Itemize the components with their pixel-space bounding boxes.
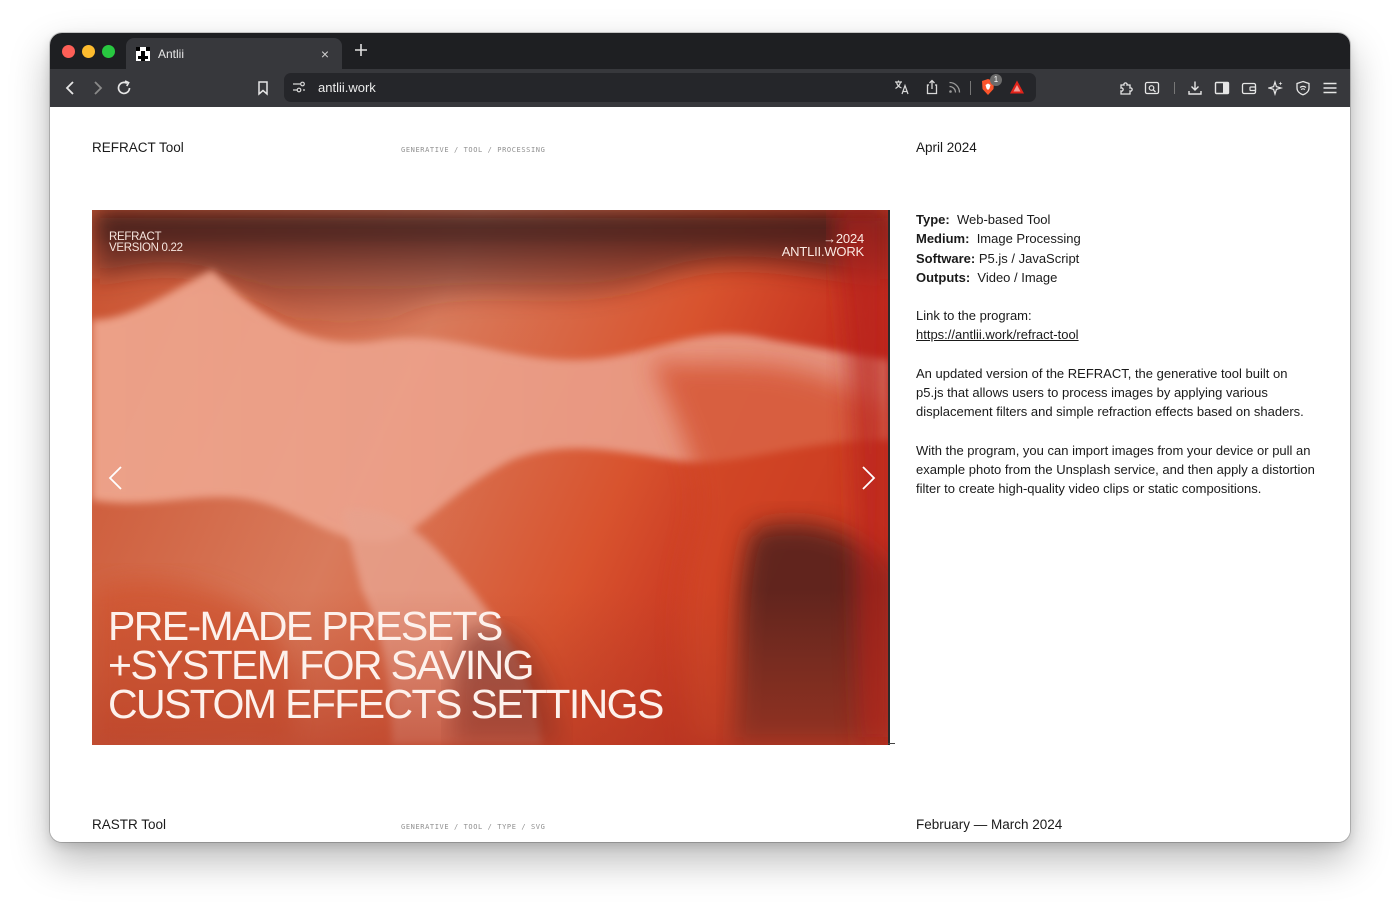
- reload-icon[interactable]: [116, 80, 132, 96]
- tab-title: Antlii: [158, 46, 185, 61]
- spec-outputs: Outputs: Video / Image: [916, 269, 1058, 285]
- reader-view-icon[interactable]: [1144, 80, 1160, 96]
- new-tab-plus-icon[interactable]: [353, 42, 369, 58]
- slider-prev-arrow-icon[interactable]: [106, 465, 126, 491]
- program-link-block: Link to the program: https://antlii.work…: [916, 306, 1316, 345]
- toolbar-divider: [1174, 82, 1175, 94]
- leo-ai-sparkle-icon[interactable]: [1268, 80, 1284, 96]
- close-window-button[interactable]: [62, 45, 75, 58]
- downloads-icon[interactable]: [1187, 80, 1203, 96]
- zoom-window-button[interactable]: [102, 45, 115, 58]
- url-text: antlii.work: [318, 80, 376, 95]
- slider-next-arrow-icon[interactable]: [858, 465, 878, 491]
- tab-close-icon[interactable]: ×: [318, 46, 332, 62]
- next-project-date: February — March 2024: [916, 817, 1063, 832]
- wallet-icon[interactable]: [1241, 80, 1257, 96]
- bookmark-icon[interactable]: [255, 80, 271, 96]
- translate-icon[interactable]: [894, 79, 910, 95]
- menu-hamburger-icon[interactable]: [1322, 80, 1338, 96]
- slider-edge-tick: [888, 743, 895, 744]
- project-description-1: An updated version of the REFRACT, the g…: [916, 365, 1304, 420]
- next-project-title: RASTR Tool: [92, 817, 167, 832]
- program-link-label: Link to the program:: [916, 308, 1032, 324]
- rss-feed-icon[interactable]: [947, 79, 963, 95]
- spec-type: Type: Web-based Tool: [916, 212, 1051, 227]
- project-info: Type: Web-based Tool Medium: Image Proce…: [916, 210, 1316, 499]
- site-settings-icon[interactable]: [292, 80, 306, 94]
- next-project-tags: GENERATIVE / TOOL / TYPE / SVG: [401, 823, 546, 831]
- image-headline: PRE-MADE PRESETS +SYSTEM FOR SAVING CUST…: [108, 603, 664, 727]
- shields-count-badge: 1: [990, 74, 1002, 86]
- minimize-window-button[interactable]: [82, 45, 95, 58]
- spec-medium: Medium: Image Processing: [916, 231, 1081, 247]
- spec-software: Software: P5.js / JavaScript: [916, 250, 1080, 266]
- image-year-label: →2024 ANTLII.WORK: [781, 231, 865, 259]
- sidebar-toggle-icon[interactable]: [1214, 80, 1230, 96]
- project-tags: GENERATIVE / TOOL / PROCESSING: [401, 146, 546, 154]
- slider-edge: [888, 210, 890, 745]
- vpn-shield-icon[interactable]: [1295, 80, 1311, 96]
- antlii-favicon-icon: [136, 46, 150, 61]
- project-image-slider[interactable]: REFRACT VERSION 0.22 →2024 ANTLII.WORK P…: [92, 210, 888, 745]
- project-title: REFRACT Tool: [92, 140, 184, 155]
- extensions-puzzle-icon[interactable]: [1118, 80, 1134, 96]
- address-bar[interactable]: antlii.work 1: [284, 73, 1036, 102]
- page-content: REFRACT Tool GENERATIVE / TOOL / PROCESS…: [50, 107, 1350, 842]
- tab-bar: Antlii ×: [50, 33, 1350, 69]
- address-divider: [970, 81, 971, 95]
- forward-arrow-icon[interactable]: [89, 80, 105, 96]
- brave-rewards-icon[interactable]: [1009, 79, 1025, 95]
- browser-window: Antlii × antlii.work 1 REFRACT Tool GENE…: [50, 33, 1350, 842]
- share-icon[interactable]: [924, 79, 940, 95]
- project-date: April 2024: [916, 140, 977, 155]
- image-version-label: REFRACT VERSION 0.22: [109, 231, 183, 254]
- program-link[interactable]: https://antlii.work/refract-tool: [916, 327, 1079, 342]
- tab-antlii[interactable]: Antlii ×: [126, 38, 342, 69]
- browser-toolbar: antlii.work 1: [50, 69, 1350, 107]
- project-description-2: With the program, you can import images …: [916, 442, 1315, 497]
- back-arrow-icon[interactable]: [63, 80, 79, 96]
